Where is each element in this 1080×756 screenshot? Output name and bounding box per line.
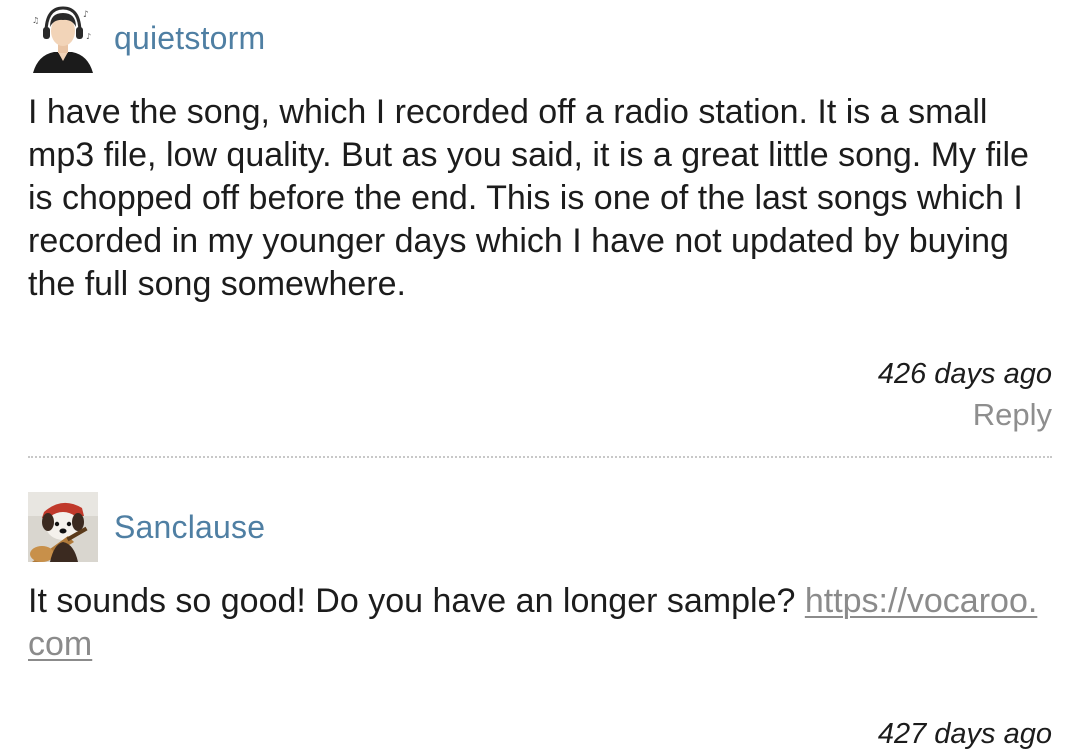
svg-text:♫: ♫ [32, 16, 39, 25]
comment-timestamp: 427 days ago [877, 718, 1052, 750]
comment-item: ♪ ♫ ♪ quietstorm I have the song, which … [28, 3, 1052, 306]
comment-body: I have the song, which I recorded off a … [28, 93, 1029, 303]
svg-text:♪: ♪ [83, 10, 89, 20]
comment-body: It sounds so good! Do you have an longer… [28, 580, 1052, 666]
comment-divider [28, 456, 1052, 458]
comment-body-text: It sounds so good! Do you have an longer… [28, 582, 805, 620]
svg-text:♪: ♪ [86, 32, 91, 41]
dog-with-guitar-avatar-icon[interactable] [28, 492, 98, 562]
comment-header: Sanclause [28, 492, 1052, 562]
comment-timestamp: 426 days ago [877, 358, 1052, 390]
comment-username[interactable]: quietstorm [114, 20, 265, 57]
comment-header: ♪ ♫ ♪ quietstorm [28, 3, 1052, 73]
comment-meta: 426 days ago Reply [878, 354, 1052, 436]
comment-meta: 427 days ago [878, 714, 1052, 754]
headphones-man-avatar-icon[interactable]: ♪ ♫ ♪ [28, 3, 98, 73]
reply-button[interactable]: Reply [878, 394, 1052, 436]
comment-item: Sanclause It sounds so good! Do you have… [28, 492, 1052, 666]
comment-username[interactable]: Sanclause [114, 509, 265, 546]
